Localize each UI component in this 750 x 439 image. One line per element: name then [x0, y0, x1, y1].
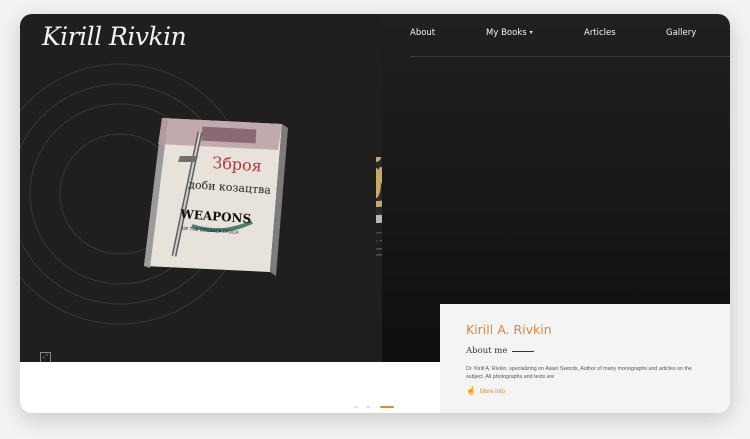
hero-bottom-strip: [20, 362, 440, 413]
about-heading-rule: [512, 351, 534, 352]
carousel-dot[interactable]: [354, 406, 358, 408]
about-heading: About me: [466, 346, 508, 356]
carousel-dot[interactable]: [366, 406, 370, 408]
book-cover-line1: Зброя: [212, 153, 263, 175]
page-card: Зброя доби козацтва WEAPONS OF THE COSSA…: [20, 14, 730, 413]
expand-icon[interactable]: ⤢: [40, 352, 51, 362]
nav-my-books-label: My Books: [486, 28, 527, 38]
hero-left: Зброя доби козацтва WEAPONS OF THE COSSA…: [20, 14, 382, 362]
more-info-label: More info: [479, 389, 505, 395]
nav-articles[interactable]: Articles: [584, 28, 616, 38]
more-info-link[interactable]: ☝ More info: [466, 386, 505, 395]
nav-about[interactable]: About: [410, 28, 435, 38]
mandala-ornament: [376, 157, 382, 256]
site-logo[interactable]: Kirill Rivkin: [42, 22, 187, 51]
author-name: Kirill A. Rivkin: [466, 322, 552, 337]
book-image: Зброя доби козацтва WEAPONS OF THE COSSA…: [132, 106, 292, 281]
chevron-down-icon: ▾: [529, 29, 533, 36]
carousel-dot-active[interactable]: [380, 406, 394, 408]
nav-divider: [410, 56, 730, 57]
main-nav: About My Books ▾ Articles Gallery: [410, 28, 720, 50]
about-panel: Kirill A. Rivkin About me Dr. Kirill A. …: [440, 304, 730, 413]
about-description: Dr. Kirill A. Rivkin, specializing on As…: [466, 366, 692, 380]
nav-gallery[interactable]: Gallery: [666, 28, 696, 38]
nav-my-books[interactable]: My Books ▾: [486, 28, 533, 38]
hand-icon: ☝: [466, 386, 476, 395]
